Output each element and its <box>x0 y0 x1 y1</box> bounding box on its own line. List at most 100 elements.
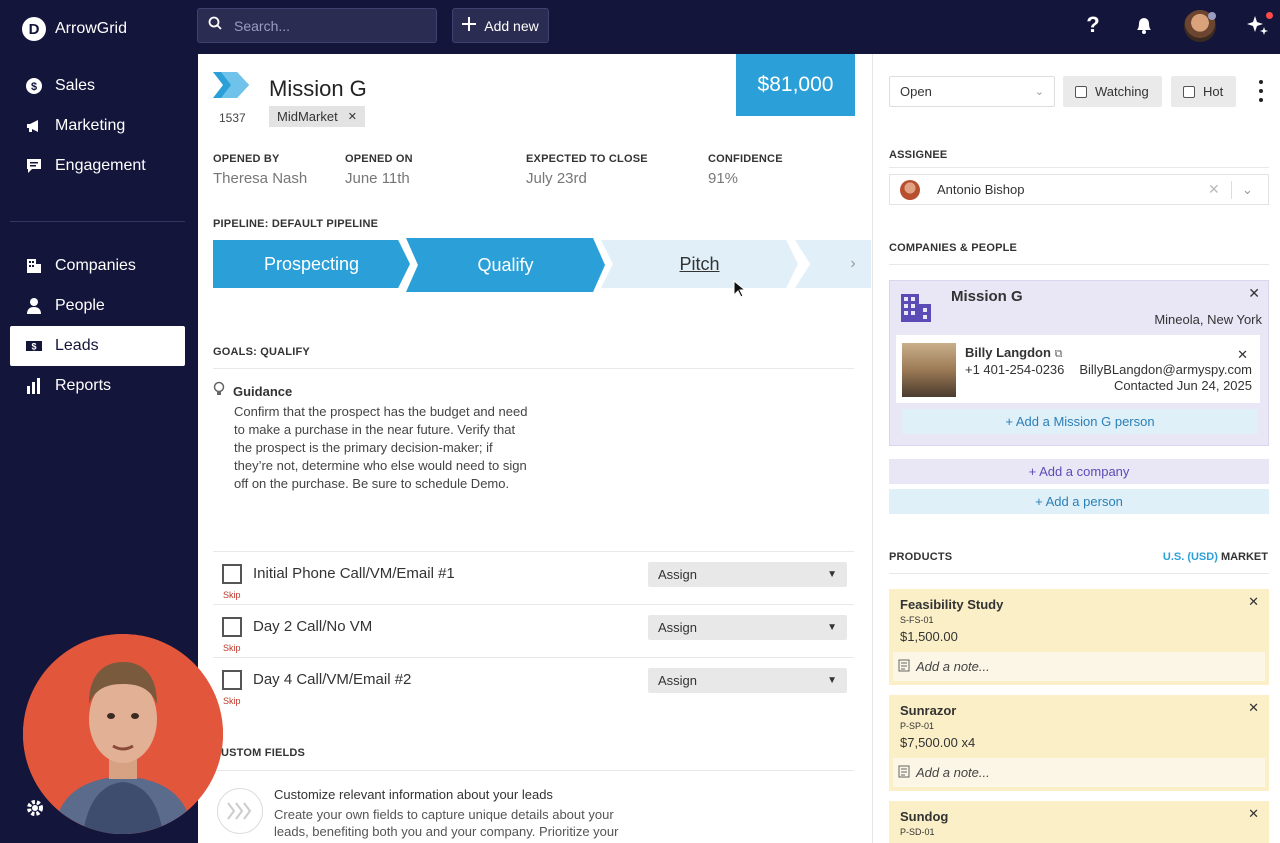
stage-qualify[interactable]: Qualify <box>406 238 605 292</box>
guidance-title: Guidance <box>233 384 293 399</box>
product-sku: P-SD-01 <box>900 827 935 837</box>
add-company-person-button[interactable]: + Add a Mission G person <box>902 409 1258 434</box>
companies-people-label: COMPANIES & PEOPLE <box>889 242 1018 254</box>
task-row: Skip Day 2 Call/No VM Assign ▼ <box>213 604 854 657</box>
sidebar-item-reports[interactable]: Reports <box>10 366 185 406</box>
stage-pitch[interactable]: Pitch <box>601 240 798 288</box>
person-name[interactable]: Billy Langdon ⧉ <box>965 345 1062 361</box>
copy-icon[interactable]: ⧉ <box>1055 348 1063 360</box>
assign-select[interactable]: Assign ▼ <box>648 668 847 693</box>
more-options-icon[interactable] <box>1257 80 1265 102</box>
assignee-avatar <box>900 179 920 200</box>
assignee-select[interactable]: Antonio Bishop ✕ ⌄ <box>889 174 1269 205</box>
task-checkbox[interactable] <box>222 617 242 637</box>
assign-label: Assign <box>658 673 698 688</box>
product-note-input[interactable]: Add a note... <box>893 652 1265 681</box>
task-checkbox[interactable] <box>222 670 242 690</box>
alert-badge <box>1266 12 1273 19</box>
watching-checkbox[interactable] <box>1075 85 1087 98</box>
market-label: MARKET <box>1220 551 1268 563</box>
lead-title[interactable]: Mission G <box>269 76 367 102</box>
product-price: $7,500.00 x4 <box>900 735 976 750</box>
stage-prospecting[interactable]: Prospecting <box>213 240 410 288</box>
status-select[interactable]: Open ⌄ <box>889 76 1055 107</box>
meta-confidence: CONFIDENCE 91% <box>708 153 783 187</box>
megaphone-icon <box>25 117 43 135</box>
search-input[interactable] <box>234 17 414 34</box>
divider <box>889 264 1269 265</box>
assign-label: Assign <box>658 620 698 635</box>
sidebar-item-leads[interactable]: $ Leads <box>10 326 185 366</box>
company-name[interactable]: Mission G <box>951 288 1023 305</box>
company-location: Mineola, New York <box>1154 312 1262 327</box>
product-name[interactable]: Feasibility Study <box>900 597 1003 612</box>
currency-market[interactable]: U.S. (USD) MARKET <box>1163 551 1268 563</box>
svg-text:?: ? <box>1086 14 1099 36</box>
close-icon[interactable]: ✕ <box>1248 594 1259 610</box>
note-placeholder: Add a note... <box>916 765 990 780</box>
chevron-down-icon: ▼ <box>827 675 837 686</box>
product-name[interactable]: Sundog <box>900 809 948 824</box>
notifications-icon[interactable] <box>1132 13 1156 37</box>
deal-amount[interactable]: $81,000 <box>736 54 855 116</box>
divider <box>889 167 1269 168</box>
sidebar-item-label: Sales <box>55 77 96 94</box>
building-icon <box>900 291 932 328</box>
watching-toggle[interactable]: Watching <box>1063 76 1162 107</box>
clear-icon[interactable]: ✕ <box>1208 181 1220 198</box>
skip-link[interactable]: Skip <box>223 590 241 600</box>
assign-label: Assign <box>658 567 698 582</box>
custom-fields-label: USTOM FIELDS <box>221 747 306 759</box>
add-new-label: Add new <box>484 17 539 34</box>
person-phone[interactable]: +1 401-254-0236 <box>965 362 1064 377</box>
tag-label: MidMarket <box>277 109 338 124</box>
stage-next-arrow[interactable]: › <box>795 240 871 288</box>
bar-chart-icon <box>25 377 43 395</box>
add-person-button[interactable]: + Add a person <box>889 489 1269 514</box>
chevron-down-icon[interactable]: ⌄ <box>1242 182 1253 198</box>
sidebar-item-companies[interactable]: Companies <box>10 246 185 286</box>
product-name[interactable]: Sunrazor <box>900 703 956 718</box>
skip-link[interactable]: Skip <box>223 643 241 653</box>
close-icon[interactable]: ✕ <box>1248 806 1259 822</box>
sidebar-item-people[interactable]: People <box>10 286 185 326</box>
sidebar-item-label: Engagement <box>55 157 146 174</box>
help-icon[interactable]: ? <box>1081 13 1105 37</box>
chevron-down-icon: ▼ <box>827 622 837 633</box>
sidebar-item-label: Marketing <box>55 117 126 134</box>
products-label: PRODUCTS <box>889 551 953 563</box>
assign-select[interactable]: Assign ▼ <box>648 615 847 640</box>
lead-tag: MidMarket ✕ <box>269 106 365 127</box>
product-card: Feasibility Study S-FS-01 $1,500.00 ✕ Ad… <box>889 589 1269 685</box>
sidebar-item-engagement[interactable]: Engagement <box>10 146 185 186</box>
chevron-down-icon: ⌄ <box>1034 86 1044 98</box>
assign-select[interactable]: Assign ▼ <box>648 562 847 587</box>
skip-link[interactable]: Skip <box>223 696 241 706</box>
task-row: Skip Initial Phone Call/VM/Email #1 Assi… <box>213 551 854 604</box>
close-icon[interactable]: ✕ <box>1248 285 1260 302</box>
gear-icon[interactable] <box>25 798 45 818</box>
divider <box>213 770 854 771</box>
webcam-overlay <box>23 634 223 834</box>
add-company-button[interactable]: + Add a company <box>889 459 1269 484</box>
currency-label: U.S. (USD) <box>1162 551 1218 563</box>
close-icon[interactable]: ✕ <box>1248 700 1259 716</box>
status-value: Open <box>900 84 932 99</box>
person-email[interactable]: BillyBLangdon@armyspy.com <box>1079 362 1252 377</box>
amount-ribbon-edge <box>736 110 855 118</box>
add-new-button[interactable]: Add new <box>452 8 549 43</box>
search-box[interactable] <box>197 8 437 43</box>
hot-toggle[interactable]: Hot <box>1171 76 1236 107</box>
person-contacted: Contacted Jun 24, 2025 <box>1113 378 1252 393</box>
sidebar-item-sales[interactable]: $ Sales <box>10 66 185 106</box>
custom-fields-description: Customize relevant information about you… <box>274 787 644 840</box>
close-icon[interactable]: ✕ <box>348 110 357 123</box>
close-icon[interactable]: ✕ <box>1237 347 1248 363</box>
task-row: Skip Day 4 Call/VM/Email #2 Assign ▼ <box>213 657 854 710</box>
meta-expected-close: EXPECTED TO CLOSE July 23rd <box>526 153 648 187</box>
sidebar-item-marketing[interactable]: Marketing <box>10 106 185 146</box>
task-checkbox[interactable] <box>222 564 242 584</box>
brand[interactable]: D ArrowGrid <box>22 17 127 41</box>
hot-checkbox[interactable] <box>1183 85 1195 98</box>
product-note-input[interactable]: Add a note... <box>893 758 1265 787</box>
